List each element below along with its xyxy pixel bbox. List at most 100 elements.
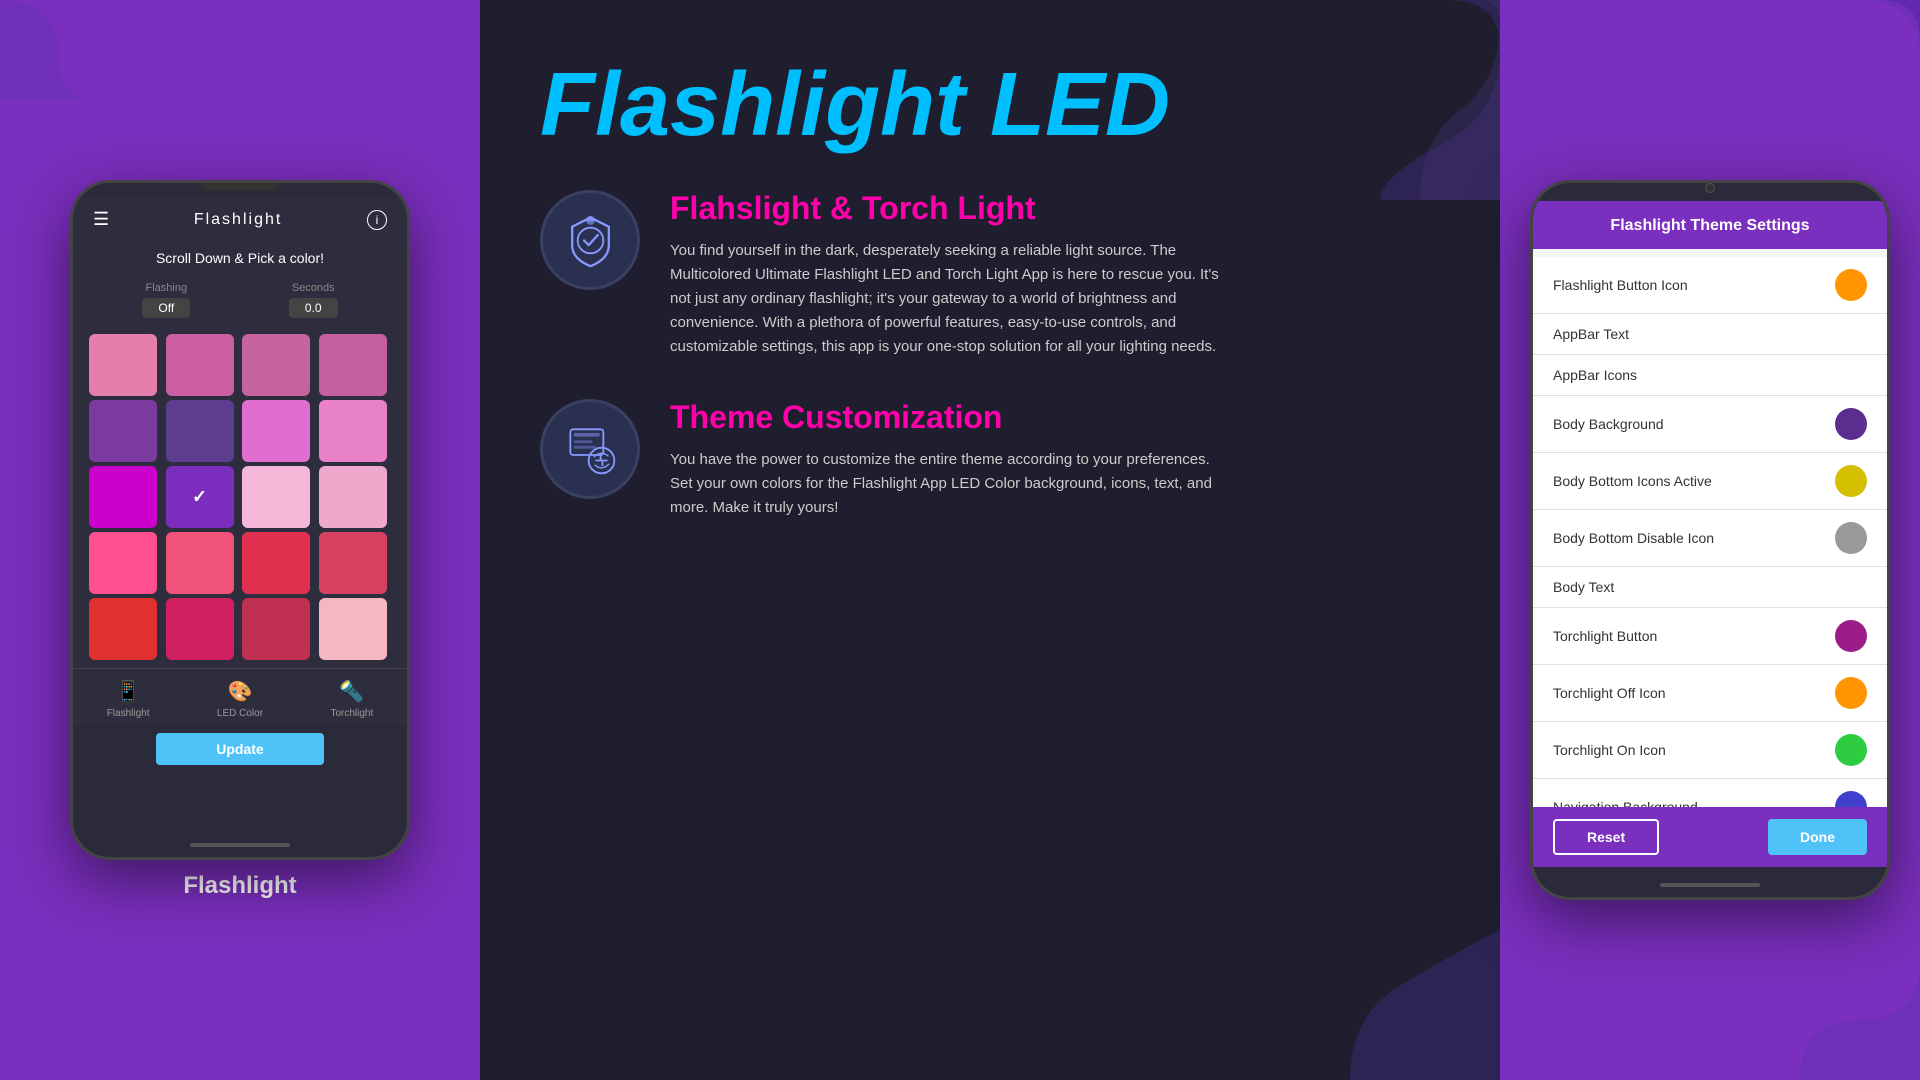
feature1-content: Flahslight & Torch Light You find yourse… — [670, 190, 1230, 359]
nav-led[interactable]: 🎨 LED Color — [217, 679, 263, 719]
deco-curve-br — [1800, 960, 1920, 1080]
settings-item-8[interactable]: Torchlight Off Icon — [1533, 665, 1887, 722]
color-cell-10[interactable] — [242, 466, 310, 528]
settings-item-label-2: AppBar Icons — [1553, 367, 1637, 383]
seconds-btn[interactable]: 0.0 — [289, 298, 338, 318]
phone-controls: Flashing Off Seconds 0.0 — [73, 274, 407, 326]
color-cell-8[interactable] — [89, 466, 157, 528]
settings-item-1[interactable]: AppBar Text — [1533, 314, 1887, 355]
left-phone-mockup: ☰ Flashlight i Scroll Down & Pick a colo… — [70, 180, 410, 860]
settings-color-dot-0 — [1835, 269, 1867, 301]
feature2-content: Theme Customization You have the power t… — [670, 399, 1230, 520]
phone-notch — [200, 183, 280, 191]
settings-item-7[interactable]: Torchlight Button — [1533, 608, 1887, 665]
settings-item-label-9: Torchlight On Icon — [1553, 742, 1666, 758]
color-grid: ✓ — [73, 326, 407, 668]
color-cell-5[interactable] — [166, 400, 234, 462]
feature-theme: Theme Customization You have the power t… — [540, 399, 1440, 520]
nav-flashlight[interactable]: 📱 Flashlight — [107, 679, 150, 719]
settings-item-label-8: Torchlight Off Icon — [1553, 685, 1666, 701]
led-nav-icon: 🎨 — [228, 679, 253, 704]
color-cell-17[interactable] — [166, 598, 234, 660]
color-cell-3[interactable] — [319, 334, 387, 396]
feature-flashlight: Flahslight & Torch Light You find yourse… — [540, 190, 1440, 359]
seconds-control: Seconds 0.0 — [289, 282, 338, 318]
settings-item-0[interactable]: Flashlight Button Icon — [1533, 257, 1887, 314]
led-nav-label: LED Color — [217, 708, 263, 719]
color-cell-15[interactable] — [319, 532, 387, 594]
color-cell-11[interactable] — [319, 466, 387, 528]
settings-home-indicator — [1660, 883, 1760, 887]
menu-icon[interactable]: ☰ — [93, 209, 109, 230]
phone-bottom-nav: 📱 Flashlight 🎨 LED Color 🔦 Torchlight — [73, 668, 407, 725]
color-cell-12[interactable] — [89, 532, 157, 594]
flashing-btn[interactable]: Off — [142, 298, 190, 318]
feature2-text: You have the power to customize the enti… — [670, 448, 1230, 520]
main-section: Flashlight LED Flahslight & Torch Light … — [480, 0, 1500, 1080]
settings-item-3[interactable]: Body Background — [1533, 396, 1887, 453]
settings-color-dot-7 — [1835, 620, 1867, 652]
left-section: ☰ Flashlight i Scroll Down & Pick a colo… — [0, 0, 480, 1080]
settings-item-6[interactable]: Body Text — [1533, 567, 1887, 608]
settings-item-label-7: Torchlight Button — [1553, 628, 1657, 644]
settings-color-dot-8 — [1835, 677, 1867, 709]
settings-item-label-4: Body Bottom Icons Active — [1553, 473, 1712, 489]
settings-list: Flashlight Button Icon AppBar Text AppBar … — [1533, 249, 1887, 844]
feature2-icon-circle — [540, 399, 640, 499]
settings-item-2[interactable]: AppBar Icons — [1533, 355, 1887, 396]
scroll-text: Scroll Down & Pick a color! — [73, 238, 407, 274]
color-cell-6[interactable] — [242, 400, 310, 462]
seconds-label: Seconds — [292, 282, 335, 294]
flashing-control: Flashing Off — [142, 282, 190, 318]
color-cell-16[interactable] — [89, 598, 157, 660]
phone-label: Flashlight — [183, 872, 296, 900]
torchlight-nav-icon: 🔦 — [339, 679, 364, 704]
phone-top-bar: ☰ Flashlight i — [73, 197, 407, 238]
info-icon[interactable]: i — [367, 210, 387, 230]
settings-item-label-3: Body Background — [1553, 416, 1664, 432]
settings-color-dot-4 — [1835, 465, 1867, 497]
settings-item-label-1: AppBar Text — [1553, 326, 1629, 342]
settings-color-dot-5 — [1835, 522, 1867, 554]
color-cell-0[interactable] — [89, 334, 157, 396]
color-cell-14[interactable] — [242, 532, 310, 594]
feature2-title: Theme Customization — [670, 399, 1230, 436]
color-cell-9[interactable]: ✓ — [166, 466, 234, 528]
feature1-icon-circle — [540, 190, 640, 290]
color-cell-18[interactable] — [242, 598, 310, 660]
settings-footer: Reset Done — [1533, 807, 1887, 867]
done-button[interactable]: Done — [1768, 819, 1867, 855]
settings-item-label-6: Body Text — [1553, 579, 1614, 595]
phone-title: Flashlight — [194, 211, 282, 229]
color-cell-4[interactable] — [89, 400, 157, 462]
flashlight-nav-icon: 📱 — [116, 679, 141, 704]
color-cell-1[interactable] — [166, 334, 234, 396]
color-cell-13[interactable] — [166, 532, 234, 594]
nav-torchlight[interactable]: 🔦 Torchlight — [330, 679, 373, 719]
settings-phone: Flashlight Theme Settings Flashlight But… — [1530, 180, 1890, 900]
color-cell-2[interactable] — [242, 334, 310, 396]
deco-curve-tr — [1800, 0, 1920, 120]
settings-header: Flashlight Theme Settings — [1533, 201, 1887, 249]
color-cell-7[interactable] — [319, 400, 387, 462]
color-cell-19[interactable] — [319, 598, 387, 660]
shield-badge-icon — [563, 213, 618, 268]
settings-item-label-0: Flashlight Button Icon — [1553, 277, 1688, 293]
settings-item-label-5: Body Bottom Disable Icon — [1553, 530, 1714, 546]
settings-item-9[interactable]: Torchlight On Icon — [1533, 722, 1887, 779]
settings-item-4[interactable]: Body Bottom Icons Active — [1533, 453, 1887, 510]
settings-color-dot-3 — [1835, 408, 1867, 440]
flashlight-nav-label: Flashlight — [107, 708, 150, 719]
theme-icon — [563, 422, 618, 477]
features-grid: Flahslight & Torch Light You find yourse… — [540, 190, 1440, 520]
flashing-label: Flashing — [145, 282, 187, 294]
deco-top-right — [1300, 0, 1500, 200]
settings-item-5[interactable]: Body Bottom Disable Icon — [1533, 510, 1887, 567]
update-button[interactable]: Update — [156, 733, 323, 765]
reset-button[interactable]: Reset — [1553, 819, 1659, 855]
home-indicator — [190, 843, 290, 847]
torchlight-nav-label: Torchlight — [330, 708, 373, 719]
deco-curve-tl — [0, 0, 100, 100]
deco-bottom-right — [1350, 930, 1500, 1080]
settings-title: Flashlight Theme Settings — [1553, 217, 1867, 235]
